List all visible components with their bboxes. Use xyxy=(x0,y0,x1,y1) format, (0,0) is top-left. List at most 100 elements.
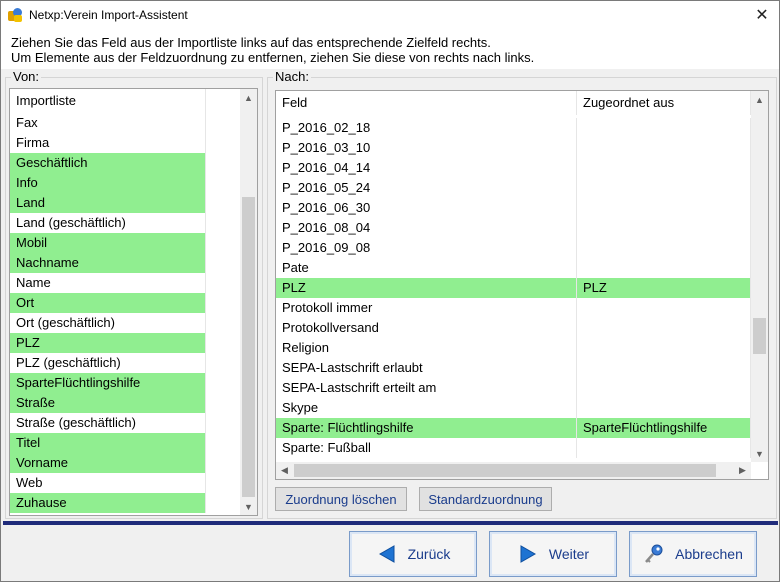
assigned-from-cell xyxy=(577,198,751,218)
field-mapping-row[interactable]: P_2016_06_30 xyxy=(276,198,751,218)
key-icon xyxy=(643,543,665,565)
field-mapping-row[interactable]: Protokollversand xyxy=(276,318,751,338)
import-list-item-label: PLZ xyxy=(10,333,206,353)
arrow-left-icon xyxy=(376,543,398,565)
field-name-cell: Sparte: Fußball xyxy=(276,438,577,458)
field-mapping-row[interactable]: P_2016_03_10 xyxy=(276,138,751,158)
import-list-scroll-thumb[interactable] xyxy=(242,197,255,497)
import-list-item[interactable]: PLZ xyxy=(10,333,240,353)
next-button-label: Weiter xyxy=(548,546,590,562)
assigned-from-cell xyxy=(577,398,751,418)
field-mapping-grid[interactable]: Feld Zugeordnet aus P_2016_02_18 P_2016_0… xyxy=(275,90,769,480)
field-mapping-row[interactable]: Sparte: Fußball xyxy=(276,438,751,458)
field-mapping-row[interactable]: Skype xyxy=(276,398,751,418)
import-assistant-window: Netxp:Verein Import-Assistent ✕ Ziehen S… xyxy=(0,0,780,582)
field-mapping-row[interactable]: P_2016_09_08 xyxy=(276,238,751,258)
import-list-item[interactable]: SparteFlüchtlingshilfe xyxy=(10,373,240,393)
field-name-cell: P_2016_03_10 xyxy=(276,138,577,158)
instruction-line-2: Um Elemente aus der Feldzuordnung zu ent… xyxy=(11,50,535,65)
import-list-item[interactable]: Nachname xyxy=(10,253,240,273)
app-icon xyxy=(7,7,23,23)
import-list-item[interactable]: Zuhause xyxy=(10,493,240,513)
scroll-right-icon[interactable]: ▶ xyxy=(734,462,751,479)
assigned-from-cell xyxy=(577,158,751,178)
cancel-button[interactable]: Abbrechen xyxy=(629,531,757,577)
field-name-cell: Protokollversand xyxy=(276,318,577,338)
assigned-column-header[interactable]: Zugeordnet aus xyxy=(577,91,751,115)
cancel-button-label: Abbrechen xyxy=(675,546,743,562)
field-mapping-vscroll-thumb[interactable] xyxy=(753,318,766,354)
import-list-item-label: Titel xyxy=(10,433,206,453)
scroll-up-icon[interactable]: ▲ xyxy=(240,89,257,106)
field-mapping-row[interactable]: Protokoll immer xyxy=(276,298,751,318)
assigned-from-cell xyxy=(577,118,751,138)
import-list-item[interactable]: Ort (geschäftlich) xyxy=(10,313,240,333)
arrow-right-icon xyxy=(517,543,539,565)
back-button[interactable]: Zurück xyxy=(349,531,477,577)
import-list-item-label: Land xyxy=(10,193,206,213)
field-mapping-row[interactable]: Sparte: Flüchtlingshilfe SparteFlüchtling… xyxy=(276,418,751,438)
field-mapping-row[interactable]: PLZ PLZ xyxy=(276,278,751,298)
window-title: Netxp:Verein Import-Assistent xyxy=(29,8,188,22)
field-mapping-row[interactable]: P_2016_04_14 xyxy=(276,158,751,178)
import-list-item[interactable]: PLZ (geschäftlich) xyxy=(10,353,240,373)
close-button[interactable]: ✕ xyxy=(751,5,773,25)
import-list-scrollbar[interactable]: ▲ ▼ xyxy=(240,89,257,515)
import-list-item-label: Web xyxy=(10,473,206,493)
field-mapping-row[interactable]: SEPA-Lastschrift erlaubt xyxy=(276,358,751,378)
assigned-from-cell xyxy=(577,318,751,338)
import-list-header-cell: Importliste xyxy=(10,89,206,113)
assigned-from-cell xyxy=(577,218,751,238)
assigned-from-cell xyxy=(577,178,751,198)
import-list-item[interactable]: Straße (geschäftlich) xyxy=(10,413,240,433)
field-column-header[interactable]: Feld xyxy=(276,91,577,115)
clear-mapping-button[interactable]: Zuordnung löschen xyxy=(275,487,407,511)
import-list-item-label: Straße (geschäftlich) xyxy=(10,413,206,433)
field-name-cell: P_2016_04_14 xyxy=(276,158,577,178)
import-list-item[interactable]: Land xyxy=(10,193,240,213)
import-list-item[interactable]: Fax xyxy=(10,113,240,133)
import-list-item[interactable]: Vorname xyxy=(10,453,240,473)
import-list-item[interactable]: Firma xyxy=(10,133,240,153)
assigned-from-cell xyxy=(577,258,751,278)
import-list-item-label: Straße xyxy=(10,393,206,413)
field-mapping-hscrollbar[interactable]: ◀ ▶ xyxy=(276,462,751,479)
close-icon: ✕ xyxy=(755,7,769,24)
field-mapping-hscroll-thumb[interactable] xyxy=(294,464,716,477)
import-list-item[interactable]: Land (geschäftlich) xyxy=(10,213,240,233)
import-list-item-label: Ort xyxy=(10,293,206,313)
field-mapping-row[interactable]: Pate xyxy=(276,258,751,278)
import-list-item[interactable]: Straße xyxy=(10,393,240,413)
field-name-cell: P_2016_09_08 xyxy=(276,238,577,258)
field-name-cell: Religion xyxy=(276,338,577,358)
field-mapping-vscrollbar[interactable]: ▲ ▼ xyxy=(751,91,768,462)
field-mapping-row[interactable]: SEPA-Lastschrift erteilt am xyxy=(276,378,751,398)
field-mapping-row[interactable]: P_2016_02_18 xyxy=(276,118,751,138)
instructions: Ziehen Sie das Feld aus der Importliste … xyxy=(1,29,779,69)
field-name-cell: Protokoll immer xyxy=(276,298,577,318)
assigned-from-cell xyxy=(577,358,751,378)
import-list-item[interactable]: Name xyxy=(10,273,240,293)
import-list-item[interactable]: Web xyxy=(10,473,240,493)
field-mapping-row[interactable]: P_2016_08_04 xyxy=(276,218,751,238)
field-mapping-row[interactable]: P_2016_05_24 xyxy=(276,178,751,198)
source-group-label: Von: xyxy=(11,69,42,84)
import-list[interactable]: Importliste Fax Firma Geschäftlich Info Land… xyxy=(9,88,258,516)
footer-divider xyxy=(3,521,778,525)
import-list-item[interactable]: Geschäftlich xyxy=(10,153,240,173)
field-name-cell: SEPA-Lastschrift erteilt am xyxy=(276,378,577,398)
scroll-left-icon[interactable]: ◀ xyxy=(276,462,293,479)
assigned-from-cell xyxy=(577,438,751,458)
import-list-item[interactable]: Mobil xyxy=(10,233,240,253)
assigned-from-cell xyxy=(577,238,751,258)
next-button[interactable]: Weiter xyxy=(489,531,617,577)
scroll-down-icon[interactable]: ▼ xyxy=(240,498,257,515)
field-name-cell: PLZ xyxy=(276,278,577,298)
default-mapping-button[interactable]: Standardzuordnung xyxy=(419,487,552,511)
field-mapping-row[interactable]: Religion xyxy=(276,338,751,358)
import-list-item[interactable]: Info xyxy=(10,173,240,193)
import-list-item[interactable]: Ort xyxy=(10,293,240,313)
scroll-down-icon[interactable]: ▼ xyxy=(751,445,768,462)
scroll-up-icon[interactable]: ▲ xyxy=(751,91,768,108)
import-list-item[interactable]: Titel xyxy=(10,433,240,453)
